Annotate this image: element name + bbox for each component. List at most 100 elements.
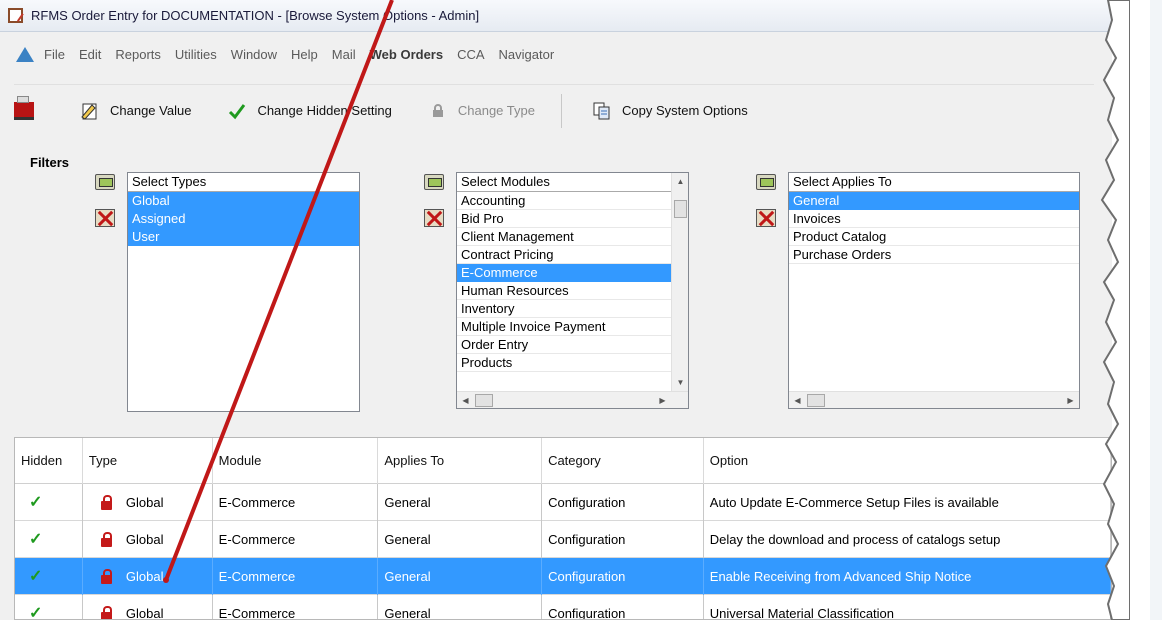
exit-icon (14, 95, 34, 121)
module-cell: E-Commerce (213, 557, 379, 595)
type-cell: Global (125, 605, 164, 620)
scroll-thumb[interactable] (807, 394, 825, 407)
exit-button[interactable] (14, 95, 44, 121)
menu-cca[interactable]: CCA (457, 47, 484, 62)
list-item[interactable]: Invoices (789, 210, 1079, 228)
list-item[interactable]: E-Commerce (457, 264, 671, 282)
types-header: Select Types (128, 173, 359, 192)
column-header-category[interactable]: Category (542, 438, 704, 484)
list-item[interactable]: Inventory (457, 300, 671, 318)
menu-navigator[interactable]: Navigator (499, 47, 555, 62)
list-item[interactable]: Products (457, 354, 671, 372)
add-filter-icon[interactable] (424, 172, 444, 192)
type-cell: Global (125, 568, 164, 584)
applies-to-cell: General (378, 520, 543, 558)
module-cell: E-Commerce (213, 483, 379, 521)
menu-file[interactable]: File (44, 47, 65, 62)
menu-utilities[interactable]: Utilities (175, 47, 217, 62)
lock-icon (100, 531, 112, 547)
scroll-down-icon[interactable]: ▼ (672, 374, 688, 391)
menu-edit[interactable]: Edit (79, 47, 101, 62)
column-header-type[interactable]: Type (83, 438, 213, 484)
modules-horizontal-scrollbar[interactable]: ◀ ▶ (457, 391, 688, 408)
option-cell: Delay the download and process of catalo… (704, 520, 1111, 558)
list-item[interactable]: Product Catalog (789, 228, 1079, 246)
list-item[interactable]: Assigned (128, 210, 359, 228)
option-cell: Auto Update E-Commerce Setup Files is av… (704, 483, 1111, 521)
menu-reports[interactable]: Reports (115, 47, 161, 62)
list-item[interactable]: Bid Pro (457, 210, 671, 228)
list-item[interactable]: Client Management (457, 228, 671, 246)
menu-help[interactable]: Help (291, 47, 318, 62)
scroll-thumb[interactable] (475, 394, 493, 407)
list-item[interactable]: Multiple Invoice Payment (457, 318, 671, 336)
lock-icon (100, 605, 112, 619)
modules-listbox[interactable]: Select Modules Accounting Bid Pro Client… (456, 172, 689, 409)
scroll-thumb[interactable] (674, 200, 687, 218)
checkmark-icon: ✓ (29, 493, 43, 511)
types-listbox[interactable]: Select Types Global Assigned User (127, 172, 360, 412)
list-item[interactable]: Order Entry (457, 336, 671, 354)
app-logo-icon (16, 46, 34, 62)
list-item[interactable]: Accounting (457, 192, 671, 210)
lock-icon (100, 494, 112, 510)
toolbar-separator (560, 93, 562, 128)
filters-label: Filters (30, 155, 70, 170)
table-row[interactable]: ✓ Global E-Commerce General Configuratio… (15, 483, 1111, 521)
checkmark-icon: ✓ (29, 530, 43, 548)
checkmark-icon: ✓ (29, 567, 43, 585)
category-cell: Configuration (542, 557, 704, 595)
list-item[interactable]: Global (128, 192, 359, 210)
category-cell: Configuration (542, 483, 704, 521)
clear-filter-icon[interactable] (95, 208, 115, 228)
clear-filter-icon[interactable] (424, 208, 444, 228)
applies-to-horizontal-scrollbar[interactable]: ◀ ▶ (789, 391, 1079, 408)
background-strip (1150, 0, 1162, 620)
column-header-module[interactable]: Module (213, 438, 379, 484)
option-cell: Universal Material Classification (704, 594, 1111, 619)
list-item[interactable]: Human Resources (457, 282, 671, 300)
torn-edge-decoration (1100, 0, 1130, 620)
applies-to-listbox[interactable]: Select Applies To General Invoices Produ… (788, 172, 1080, 409)
change-value-button[interactable]: Change Value (80, 101, 191, 121)
list-item[interactable]: Purchase Orders (789, 246, 1079, 264)
change-hidden-setting-label: Change Hidden Setting (257, 103, 392, 118)
list-item[interactable]: User (128, 228, 359, 246)
change-hidden-setting-button[interactable]: Change Hidden Setting (227, 101, 392, 121)
modules-vertical-scrollbar[interactable]: ▲ ▼ (671, 173, 688, 391)
column-header-hidden[interactable]: Hidden (15, 438, 83, 484)
scroll-up-icon[interactable]: ▲ (672, 173, 688, 190)
scroll-left-icon[interactable]: ◀ (457, 392, 474, 408)
scroll-left-icon[interactable]: ◀ (789, 392, 806, 408)
column-header-option[interactable]: Option (704, 438, 1111, 484)
checkmark-icon (227, 101, 247, 121)
list-item[interactable]: Contract Pricing (457, 246, 671, 264)
scroll-right-icon[interactable]: ▶ (1062, 392, 1079, 408)
applies-to-cell: General (378, 557, 543, 595)
scroll-right-icon[interactable]: ▶ (654, 392, 671, 408)
copy-system-options-button[interactable]: Copy System Options (592, 101, 748, 121)
app-window: RFMS Order Entry for DOCUMENTATION - [Br… (0, 0, 1112, 620)
applies-to-header: Select Applies To (789, 173, 1079, 192)
change-type-button[interactable]: Change Type (428, 101, 535, 121)
column-header-applies-to[interactable]: Applies To (378, 438, 543, 484)
clear-filter-icon[interactable] (756, 208, 776, 228)
add-filter-icon[interactable] (95, 172, 115, 192)
edit-value-icon (80, 101, 100, 121)
checkmark-icon: ✓ (29, 604, 43, 620)
menu-bar: File Edit Reports Utilities Window Help … (0, 42, 1112, 66)
list-item[interactable]: General (789, 192, 1079, 210)
table-row-selected[interactable]: ✓ Global E-Commerce General Configuratio… (15, 557, 1111, 595)
app-icon (8, 8, 23, 23)
module-cell: E-Commerce (213, 594, 379, 619)
grid-header: Hidden Type Module Applies To Category O… (15, 438, 1111, 484)
add-filter-icon[interactable] (756, 172, 776, 192)
menu-web-orders[interactable]: Web Orders (370, 47, 443, 62)
table-row[interactable]: ✓ Global E-Commerce General Configuratio… (15, 520, 1111, 558)
change-value-label: Change Value (110, 103, 192, 118)
table-row[interactable]: ✓ Global E-Commerce General Configuratio… (15, 594, 1111, 620)
option-cell: Enable Receiving from Advanced Ship Noti… (704, 557, 1111, 595)
menu-mail[interactable]: Mail (332, 47, 356, 62)
category-cell: Configuration (542, 594, 704, 619)
menu-window[interactable]: Window (231, 47, 277, 62)
